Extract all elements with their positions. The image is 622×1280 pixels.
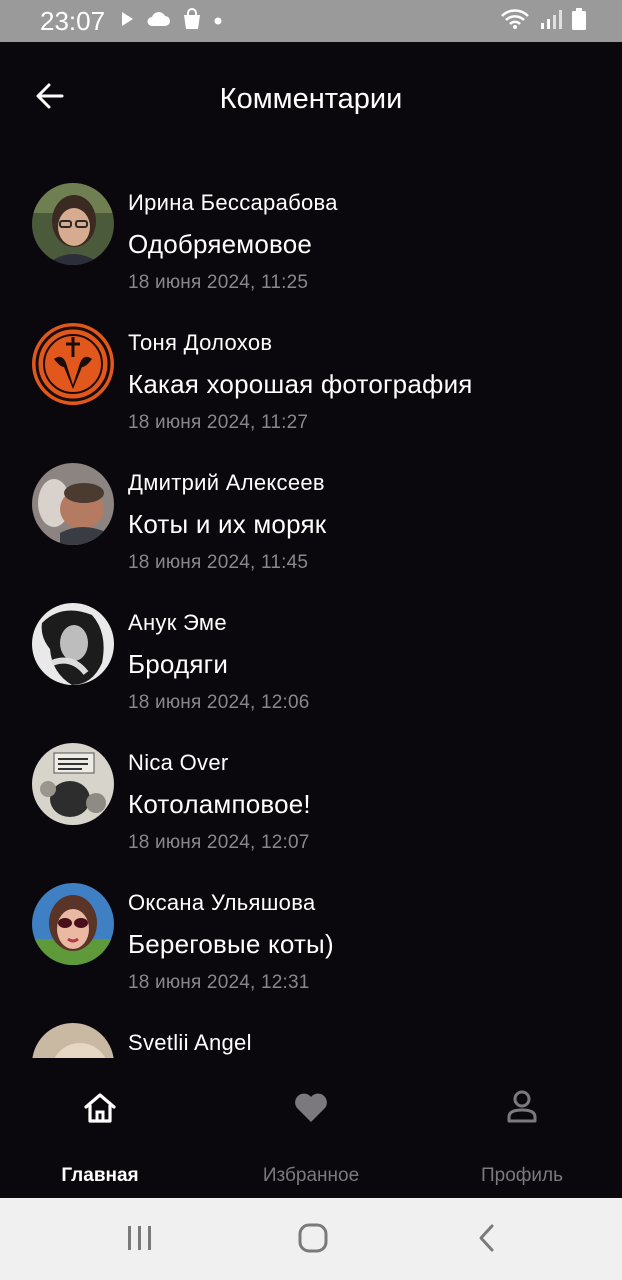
comment-item[interactable]: Nica Over Котоламповое! 18 июня 2024, 12… <box>0 730 622 870</box>
nav-home[interactable]: Главная <box>0 1080 200 1190</box>
page-title: Комментарии <box>219 83 403 115</box>
home-circle-icon <box>298 1223 328 1258</box>
comment-author[interactable]: Svetlii Angel <box>128 1030 252 1056</box>
avatar[interactable] <box>32 603 114 685</box>
avatar[interactable] <box>32 743 114 825</box>
comment-item[interactable]: Ирина Бессарабова Одобряемовое 18 июня 2… <box>0 170 622 310</box>
dot-icon <box>214 12 222 30</box>
comment-author[interactable]: Оксана Ульяшова <box>128 890 316 916</box>
comment-text: Бродяги <box>128 649 229 679</box>
comment-text: Какая хорошая фотография <box>128 369 473 399</box>
status-bar: 23:07 <box>0 0 622 42</box>
recent-apps-button[interactable] <box>120 1220 160 1260</box>
comment-date: 18 июня 2024, 11:25 <box>128 272 309 293</box>
comment-date: 18 июня 2024, 12:06 <box>128 692 310 713</box>
avatar[interactable] <box>32 183 114 265</box>
recent-apps-icon <box>126 1225 154 1256</box>
nav-profile-label: Профиль <box>480 1165 564 1186</box>
comment-author[interactable]: Анук Эме <box>128 610 227 636</box>
nav-profile[interactable]: Профиль <box>422 1080 622 1190</box>
comment-date: 18 июня 2024, 11:45 <box>128 552 309 573</box>
system-navigation-bar <box>0 1198 622 1280</box>
comment-date: 18 июня 2024, 11:27 <box>128 412 309 433</box>
comment-date: 18 июня 2024, 12:07 <box>128 832 310 853</box>
battery-icon <box>572 7 586 35</box>
nav-home-label: Главная <box>61 1165 139 1186</box>
wifi-icon <box>500 8 530 35</box>
nav-favorites-label: Избранное <box>262 1165 360 1186</box>
heart-icon <box>293 1090 329 1130</box>
comment-author[interactable]: Nica Over <box>128 750 229 776</box>
shopping-bag-icon <box>182 7 202 35</box>
comment-date: 18 июня 2024, 12:31 <box>128 972 310 993</box>
avatar[interactable] <box>32 883 114 965</box>
status-time: 23:07 <box>40 6 106 36</box>
comment-text: Котоламповое! <box>128 789 311 819</box>
comment-author[interactable]: Ирина Бессарабова <box>128 190 338 216</box>
comment-author[interactable]: Дмитрий Алексеев <box>128 470 325 496</box>
system-back-button[interactable] <box>467 1220 507 1260</box>
comment-item[interactable]: Анук Эме Бродяги 18 июня 2024, 12:06 <box>0 590 622 730</box>
bottom-navigation: Главная Избранное Профиль <box>0 1060 622 1198</box>
cloud-icon <box>146 11 170 32</box>
person-icon <box>506 1090 538 1130</box>
comment-item[interactable]: Svetlii Angel <box>0 1010 622 1058</box>
comment-item[interactable]: Дмитрий Алексеев Коты и их моряк 18 июня… <box>0 450 622 590</box>
comment-item[interactable]: Оксана Ульяшова Береговые коты) 18 июня … <box>0 870 622 1010</box>
avatar[interactable] <box>32 463 114 545</box>
comment-list[interactable]: Ирина Бессарабова Одобряемовое 18 июня 2… <box>0 170 622 1058</box>
comment-text: Коты и их моряк <box>128 509 327 539</box>
nav-favorites[interactable]: Избранное <box>211 1080 411 1190</box>
status-left-icons <box>120 7 222 35</box>
avatar[interactable] <box>32 323 114 405</box>
avatar[interactable] <box>32 1023 114 1058</box>
status-right-icons <box>500 7 586 35</box>
system-home-button[interactable] <box>293 1220 333 1260</box>
comment-text: Береговые коты) <box>128 929 334 959</box>
home-icon <box>82 1090 118 1130</box>
app-header: Комментарии <box>0 42 622 152</box>
comment-item[interactable]: Тоня Долохов Какая хорошая фотография 18… <box>0 310 622 450</box>
comment-author[interactable]: Тоня Долохов <box>128 330 272 356</box>
back-chevron-icon <box>477 1223 497 1258</box>
comment-text: Одобряемовое <box>128 229 313 259</box>
signal-icon <box>540 9 562 34</box>
play-icon <box>120 11 134 32</box>
